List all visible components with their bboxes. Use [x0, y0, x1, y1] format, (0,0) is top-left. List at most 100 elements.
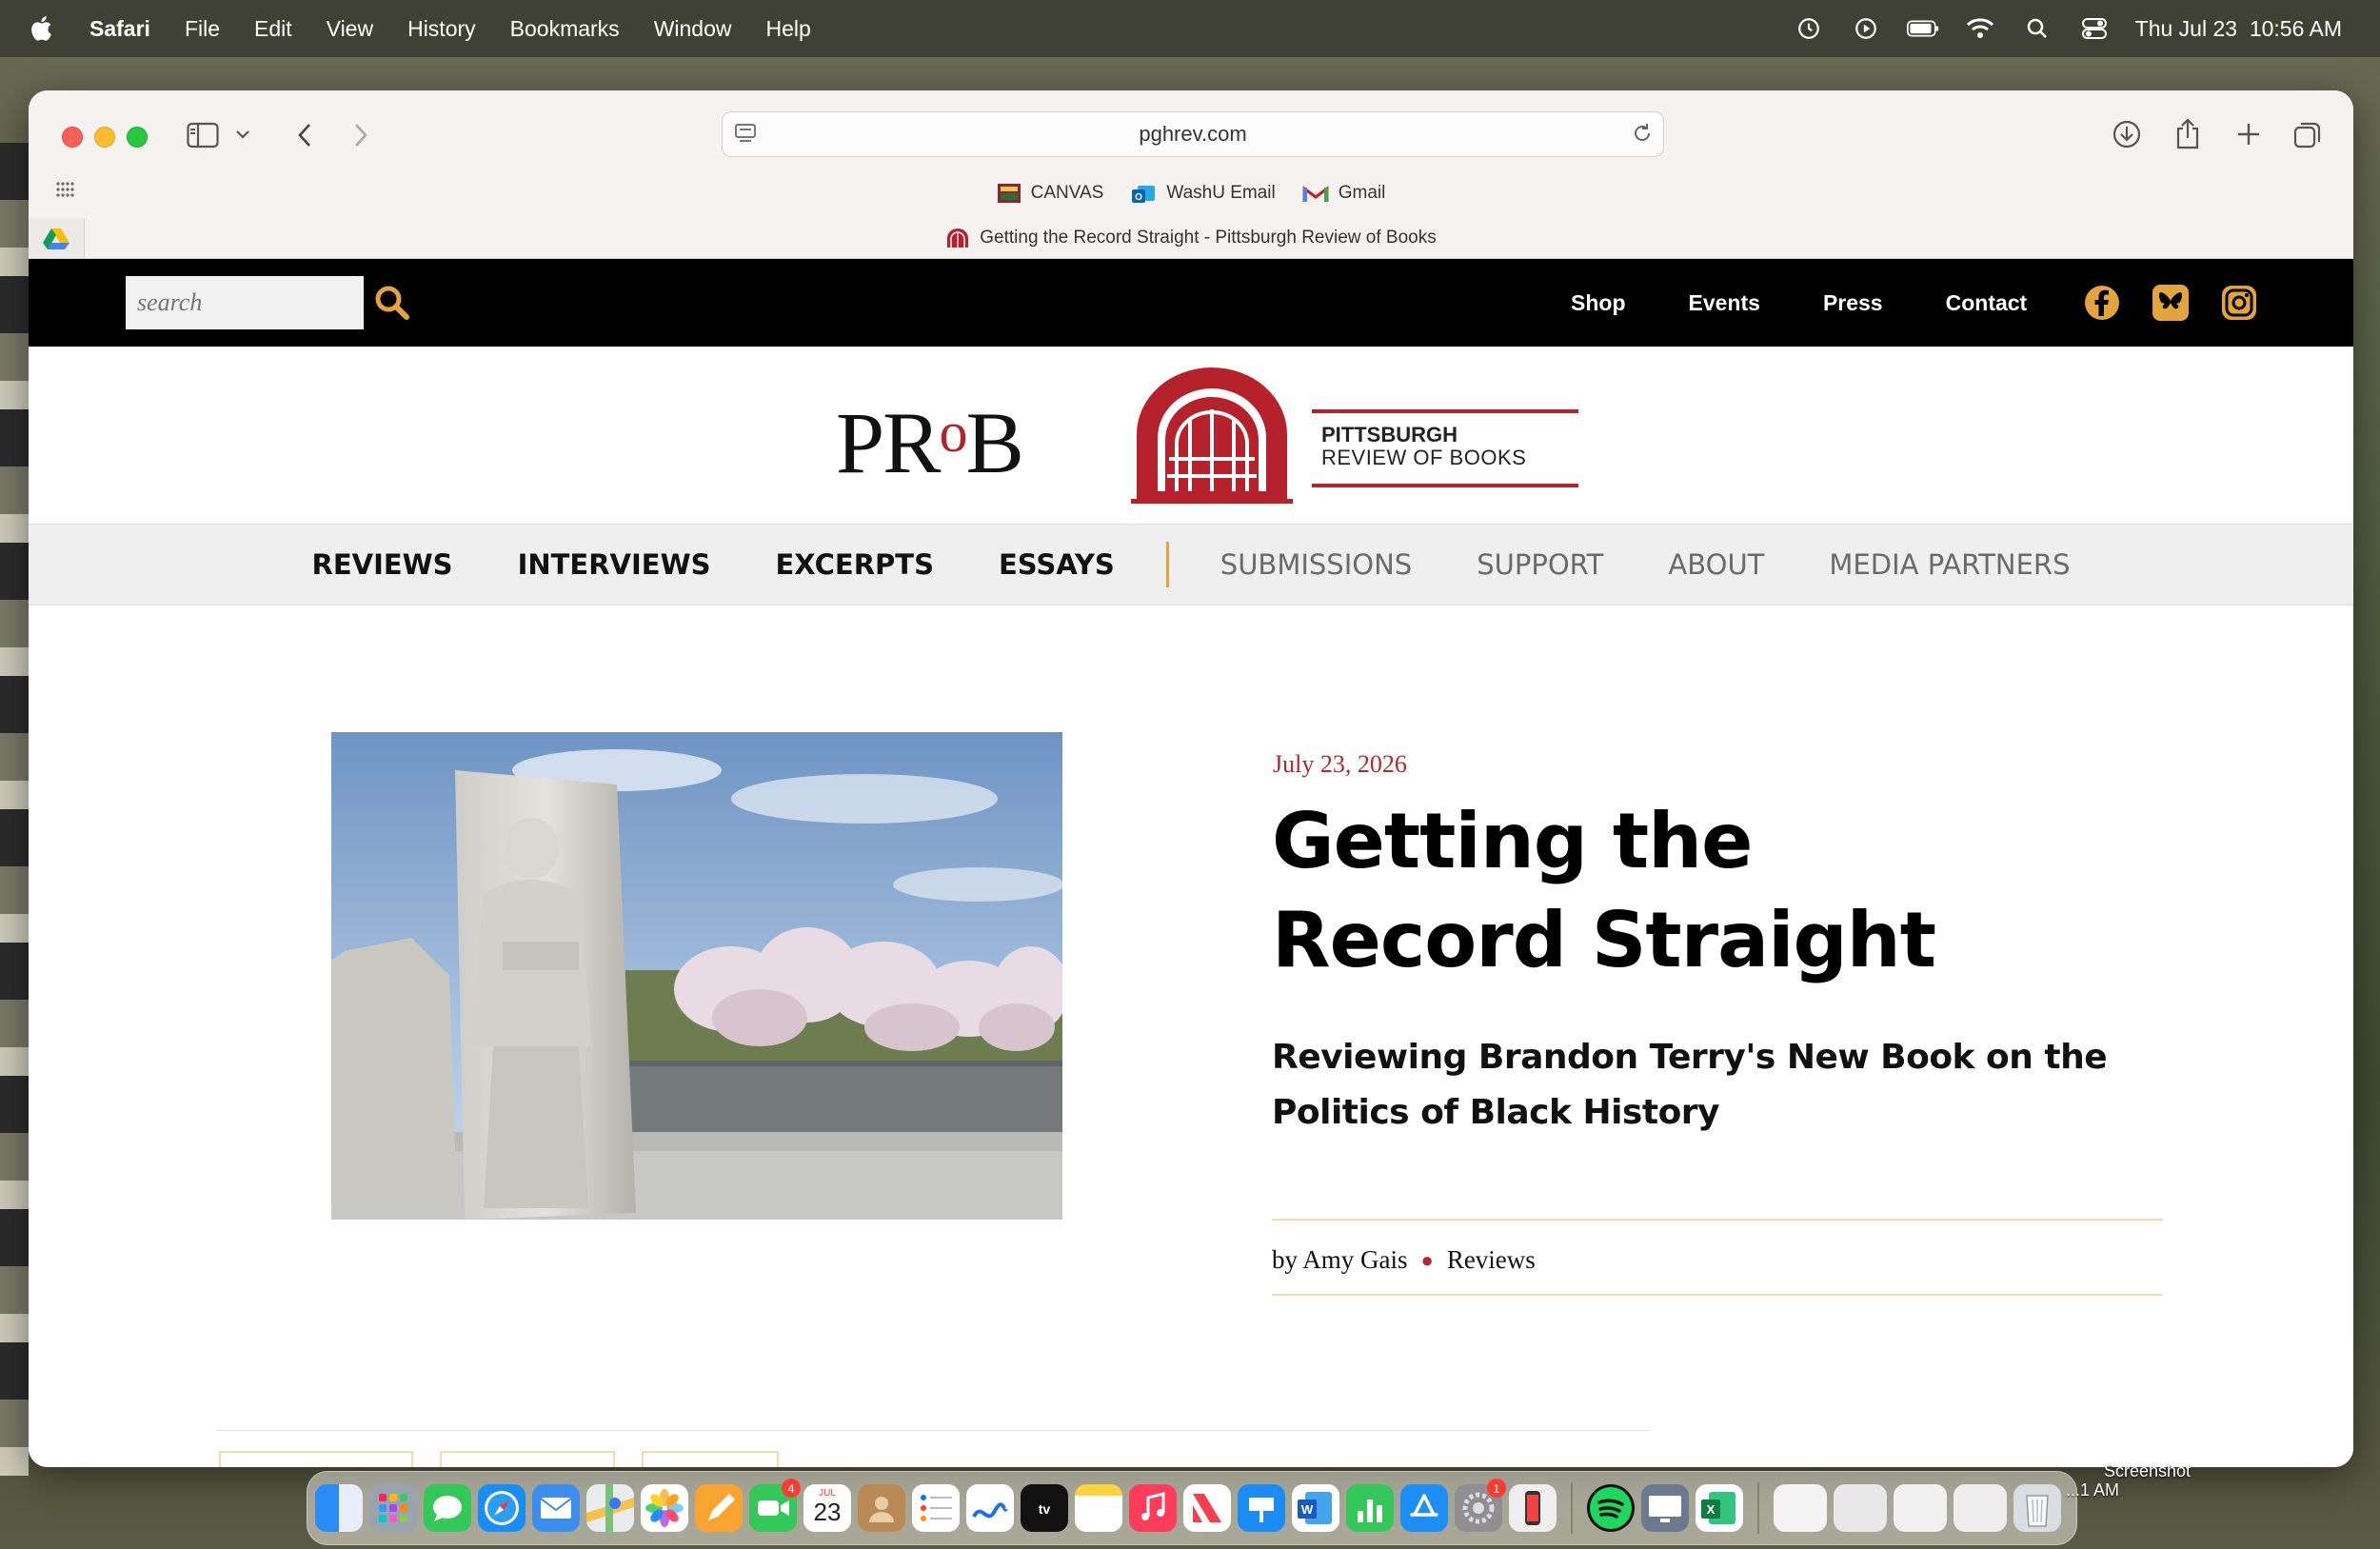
safari-icon[interactable] — [478, 1484, 526, 1532]
fullscreen-window-button[interactable] — [127, 127, 148, 148]
nav-interviews[interactable]: INTERVIEWS — [518, 548, 711, 581]
reminders-icon[interactable] — [912, 1484, 960, 1532]
now-playing-icon[interactable] — [1850, 12, 1882, 45]
pages-icon[interactable] — [695, 1484, 743, 1532]
address-bar[interactable]: pghrev.com — [722, 111, 1664, 157]
top-nav-events[interactable]: Events — [1689, 290, 1760, 316]
prob-favicon-icon — [947, 228, 969, 248]
microsoft-word-icon[interactable]: W — [1292, 1484, 1339, 1532]
menu-app-name[interactable]: Safari — [89, 16, 150, 42]
finder-icon[interactable] — [315, 1484, 363, 1532]
menu-help[interactable]: Help — [766, 16, 811, 42]
freeform-icon[interactable] — [966, 1484, 1014, 1532]
tab-overview-icon[interactable] — [2291, 117, 2325, 151]
menu-view[interactable]: View — [327, 16, 373, 42]
bookmark-washu-label: WashU Email — [1166, 183, 1276, 203]
new-tab-plus-icon[interactable] — [2231, 117, 2266, 151]
messages-icon[interactable] — [424, 1484, 471, 1532]
menu-edit[interactable]: Edit — [254, 16, 292, 42]
reload-icon[interactable] — [1631, 122, 1654, 150]
tag-button[interactable] — [642, 1451, 779, 1467]
top-nav-contact[interactable]: Contact — [1946, 290, 2028, 316]
system-settings-icon[interactable]: 1 — [1455, 1479, 1506, 1532]
facebook-icon[interactable] — [2083, 284, 2121, 322]
nav-reviews[interactable]: REVIEWS — [312, 548, 453, 581]
tag-button[interactable] — [219, 1451, 413, 1467]
apple-icon[interactable] — [29, 14, 57, 43]
back-arrow-icon[interactable] — [290, 119, 319, 151]
favorites-bar: CANVAS O WashU Email Gmail — [29, 174, 2353, 212]
mail-icon[interactable] — [532, 1484, 580, 1532]
prob-logo-wordmark: PRoB — [836, 392, 1024, 493]
page-settings-icon[interactable] — [734, 122, 759, 150]
recent-screenshot-thumbnail[interactable] — [1894, 1484, 1947, 1532]
chevron-down-icon[interactable] — [233, 125, 252, 144]
calendar-icon[interactable]: JUL 23 — [803, 1484, 851, 1532]
recent-screenshot-thumbnail[interactable] — [1954, 1484, 2007, 1532]
social-links — [2083, 280, 2258, 326]
close-window-button[interactable] — [62, 127, 83, 148]
menu-file[interactable]: File — [185, 16, 220, 42]
wifi-icon[interactable] — [1964, 12, 1996, 45]
keynote-icon[interactable] — [1238, 1484, 1285, 1532]
screen-sharing-icon[interactable] — [1641, 1484, 1689, 1532]
active-tab[interactable]: Getting the Record Straight - Pittsburgh… — [29, 218, 2353, 258]
downloads-icon[interactable] — [2110, 117, 2144, 151]
nav-excerpts[interactable]: EXCERPTS — [775, 548, 933, 581]
instagram-icon[interactable] — [2220, 284, 2258, 322]
top-nav-shop[interactable]: Shop — [1571, 290, 1626, 316]
forward-arrow-icon[interactable] — [347, 119, 375, 151]
facetime-icon[interactable]: 4 — [749, 1479, 801, 1532]
bookmark-washu-email[interactable]: O WashU Email — [1130, 182, 1276, 205]
time-machine-icon[interactable] — [1793, 12, 1825, 45]
menu-datetime[interactable]: Thu Jul 23 10:56 AM — [2135, 16, 2342, 42]
outlook-mail-icon: O — [1132, 186, 1156, 203]
battery-icon[interactable] — [1906, 12, 1939, 45]
numbers-icon[interactable] — [1346, 1484, 1394, 1532]
nav-support[interactable]: SUPPORT — [1477, 548, 1603, 581]
sidebar-toggle-icon[interactable] — [186, 119, 220, 151]
photos-icon[interactable] — [641, 1484, 688, 1532]
nav-media-partners[interactable]: MEDIA PARTNERS — [1829, 548, 2070, 581]
control-center-icon[interactable] — [2078, 12, 2111, 45]
recent-screenshot-thumbnail[interactable] — [1774, 1484, 1827, 1532]
top-nav-press[interactable]: Press — [1823, 290, 1883, 316]
article-category-link[interactable]: Reviews — [1447, 1245, 1536, 1275]
app-store-icon[interactable] — [1400, 1484, 1448, 1532]
svg-text:X: X — [1707, 1502, 1716, 1517]
minimize-window-button[interactable] — [94, 127, 115, 148]
menu-window[interactable]: Window — [654, 16, 732, 42]
iphone-mirroring-icon[interactable] — [1509, 1484, 1557, 1532]
menu-bookmarks[interactable]: Bookmarks — [510, 16, 620, 42]
article-author-link[interactable]: by Amy Gais — [1272, 1245, 1408, 1275]
logo-letters-pr: PR — [836, 394, 942, 491]
launchpad-icon[interactable] — [369, 1484, 417, 1532]
apple-tv-icon[interactable]: tv — [1021, 1484, 1068, 1532]
maps-icon[interactable] — [586, 1484, 634, 1532]
notes-icon[interactable] — [1075, 1484, 1122, 1532]
menu-history[interactable]: History — [407, 16, 476, 42]
article-subtitle: Reviewing Brandon Terry's New Book on th… — [1272, 1038, 2108, 1132]
desktop-screenshot-label[interactable]: Screenshot ...1 AM — [2037, 1461, 2191, 1499]
recent-screenshot-thumbnail[interactable] — [1834, 1484, 1887, 1532]
site-masthead: PRoB PITTSBURGH REVIEW OF BOOKS — [29, 347, 2353, 524]
contacts-icon[interactable] — [858, 1484, 905, 1532]
bluesky-icon[interactable] — [2152, 284, 2190, 322]
spotify-icon[interactable] — [1587, 1484, 1635, 1532]
nav-essays[interactable]: ESSAYS — [999, 548, 1115, 581]
nav-submissions[interactable]: SUBMISSIONS — [1220, 548, 1412, 581]
address-bar-url[interactable]: pghrev.com — [1139, 122, 1246, 147]
tag-button[interactable] — [440, 1451, 615, 1467]
bookmark-gmail[interactable]: Gmail — [1302, 183, 1385, 204]
search-icon[interactable] — [373, 284, 411, 322]
bookmark-canvas[interactable]: CANVAS — [997, 182, 1103, 205]
spotlight-search-icon[interactable] — [2021, 12, 2053, 45]
nav-about[interactable]: ABOUT — [1668, 548, 1764, 581]
share-icon[interactable] — [2171, 115, 2205, 151]
settings-badge: 1 — [1487, 1479, 1506, 1498]
microsoft-excel-icon[interactable]: X — [1696, 1484, 1743, 1532]
news-icon[interactable] — [1183, 1484, 1231, 1532]
music-icon[interactable] — [1129, 1484, 1177, 1532]
meta-divider-top — [1272, 1219, 2163, 1221]
site-search-input[interactable] — [126, 276, 364, 329]
